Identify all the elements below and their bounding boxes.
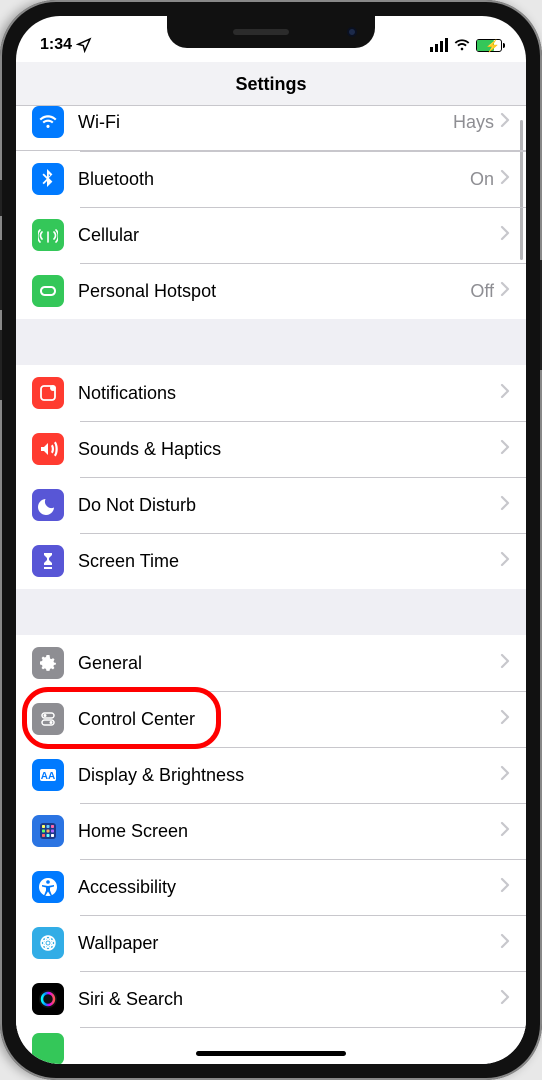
volume-up bbox=[0, 240, 2, 310]
cellular-signal-icon bbox=[430, 38, 448, 52]
chevron-right-icon bbox=[500, 281, 510, 302]
row-label: Accessibility bbox=[78, 877, 500, 898]
charging-icon: ⚡ bbox=[485, 39, 500, 53]
settings-row-notifications[interactable]: Notifications bbox=[16, 365, 526, 421]
status-time: 1:34 bbox=[40, 36, 72, 54]
settings-row-accessibility[interactable]: Accessibility bbox=[16, 859, 526, 915]
settings-row-next[interactable] bbox=[16, 1027, 526, 1064]
chevron-right-icon bbox=[500, 877, 510, 898]
chevron-right-icon bbox=[500, 551, 510, 572]
chevron-right-icon bbox=[500, 653, 510, 674]
settings-list[interactable]: Wi-FiHaysBluetoothOnCellularPersonal Hot… bbox=[16, 106, 526, 1064]
row-label: General bbox=[78, 653, 500, 674]
row-label: Home Screen bbox=[78, 821, 500, 842]
row-value: Off bbox=[470, 281, 494, 302]
next-partial bbox=[32, 1033, 64, 1064]
chevron-right-icon bbox=[500, 989, 510, 1010]
row-label: Control Center bbox=[78, 709, 500, 730]
row-value: On bbox=[470, 169, 494, 190]
chevron-right-icon bbox=[500, 495, 510, 516]
sounds-icon bbox=[32, 433, 64, 465]
dnd-icon bbox=[32, 489, 64, 521]
general-icon bbox=[32, 647, 64, 679]
row-label: Wi-Fi bbox=[78, 112, 453, 133]
chevron-right-icon bbox=[500, 169, 510, 190]
wifi-icon bbox=[32, 106, 64, 138]
row-label: Screen Time bbox=[78, 551, 500, 572]
settings-row-wi-fi[interactable]: Wi-FiHays bbox=[16, 106, 526, 151]
battery-icon: ⚡ bbox=[476, 39, 502, 52]
row-label: Display & Brightness bbox=[78, 765, 500, 786]
notch bbox=[167, 16, 375, 48]
mute-switch bbox=[0, 180, 2, 216]
hotspot-icon bbox=[32, 275, 64, 307]
chevron-right-icon bbox=[500, 383, 510, 404]
volume-down bbox=[0, 330, 2, 400]
screentime-icon bbox=[32, 545, 64, 577]
row-label: Siri & Search bbox=[78, 989, 500, 1010]
chevron-right-icon bbox=[500, 709, 510, 730]
settings-row-do-not-disturb[interactable]: Do Not Disturb bbox=[16, 477, 526, 533]
row-label: Cellular bbox=[78, 225, 500, 246]
settings-row-sounds-haptics[interactable]: Sounds & Haptics bbox=[16, 421, 526, 477]
settings-row-home-screen[interactable]: Home Screen bbox=[16, 803, 526, 859]
section-separator bbox=[16, 319, 526, 365]
row-value: Hays bbox=[453, 112, 494, 133]
device-frame: 1:34 ⚡ Settings Wi-FiHaysBluetoothOnCell… bbox=[0, 0, 542, 1080]
chevron-right-icon bbox=[500, 225, 510, 246]
notifications-icon bbox=[32, 377, 64, 409]
controlcenter-icon bbox=[32, 703, 64, 735]
chevron-right-icon bbox=[500, 112, 510, 133]
settings-row-display-brightness[interactable]: Display & Brightness bbox=[16, 747, 526, 803]
row-label: Notifications bbox=[78, 383, 500, 404]
wallpaper-icon bbox=[32, 927, 64, 959]
settings-row-siri-search[interactable]: Siri & Search bbox=[16, 971, 526, 1027]
settings-row-personal-hotspot[interactable]: Personal HotspotOff bbox=[16, 263, 526, 319]
settings-row-control-center[interactable]: Control Center bbox=[16, 691, 526, 747]
cellular-icon bbox=[32, 219, 64, 251]
settings-row-wallpaper[interactable]: Wallpaper bbox=[16, 915, 526, 971]
nav-title: Settings bbox=[16, 62, 526, 106]
siri-icon bbox=[32, 983, 64, 1015]
row-label: Do Not Disturb bbox=[78, 495, 500, 516]
screen: 1:34 ⚡ Settings Wi-FiHaysBluetoothOnCell… bbox=[16, 16, 526, 1064]
settings-row-cellular[interactable]: Cellular bbox=[16, 207, 526, 263]
chevron-right-icon bbox=[500, 821, 510, 842]
row-label: Wallpaper bbox=[78, 933, 500, 954]
home-indicator[interactable] bbox=[196, 1051, 346, 1056]
display-icon bbox=[32, 759, 64, 791]
chevron-right-icon bbox=[500, 765, 510, 786]
homescreen-icon bbox=[32, 815, 64, 847]
chevron-right-icon bbox=[500, 933, 510, 954]
chevron-right-icon bbox=[500, 439, 510, 460]
accessibility-icon bbox=[32, 871, 64, 903]
section-separator bbox=[16, 589, 526, 635]
row-label: Personal Hotspot bbox=[78, 281, 470, 302]
settings-row-screen-time[interactable]: Screen Time bbox=[16, 533, 526, 589]
row-label: Bluetooth bbox=[78, 169, 470, 190]
settings-row-bluetooth[interactable]: BluetoothOn bbox=[16, 151, 526, 207]
bluetooth-icon bbox=[32, 163, 64, 195]
wifi-status-icon bbox=[454, 37, 470, 53]
row-label: Sounds & Haptics bbox=[78, 439, 500, 460]
settings-row-general[interactable]: General bbox=[16, 635, 526, 691]
location-icon bbox=[76, 37, 92, 53]
